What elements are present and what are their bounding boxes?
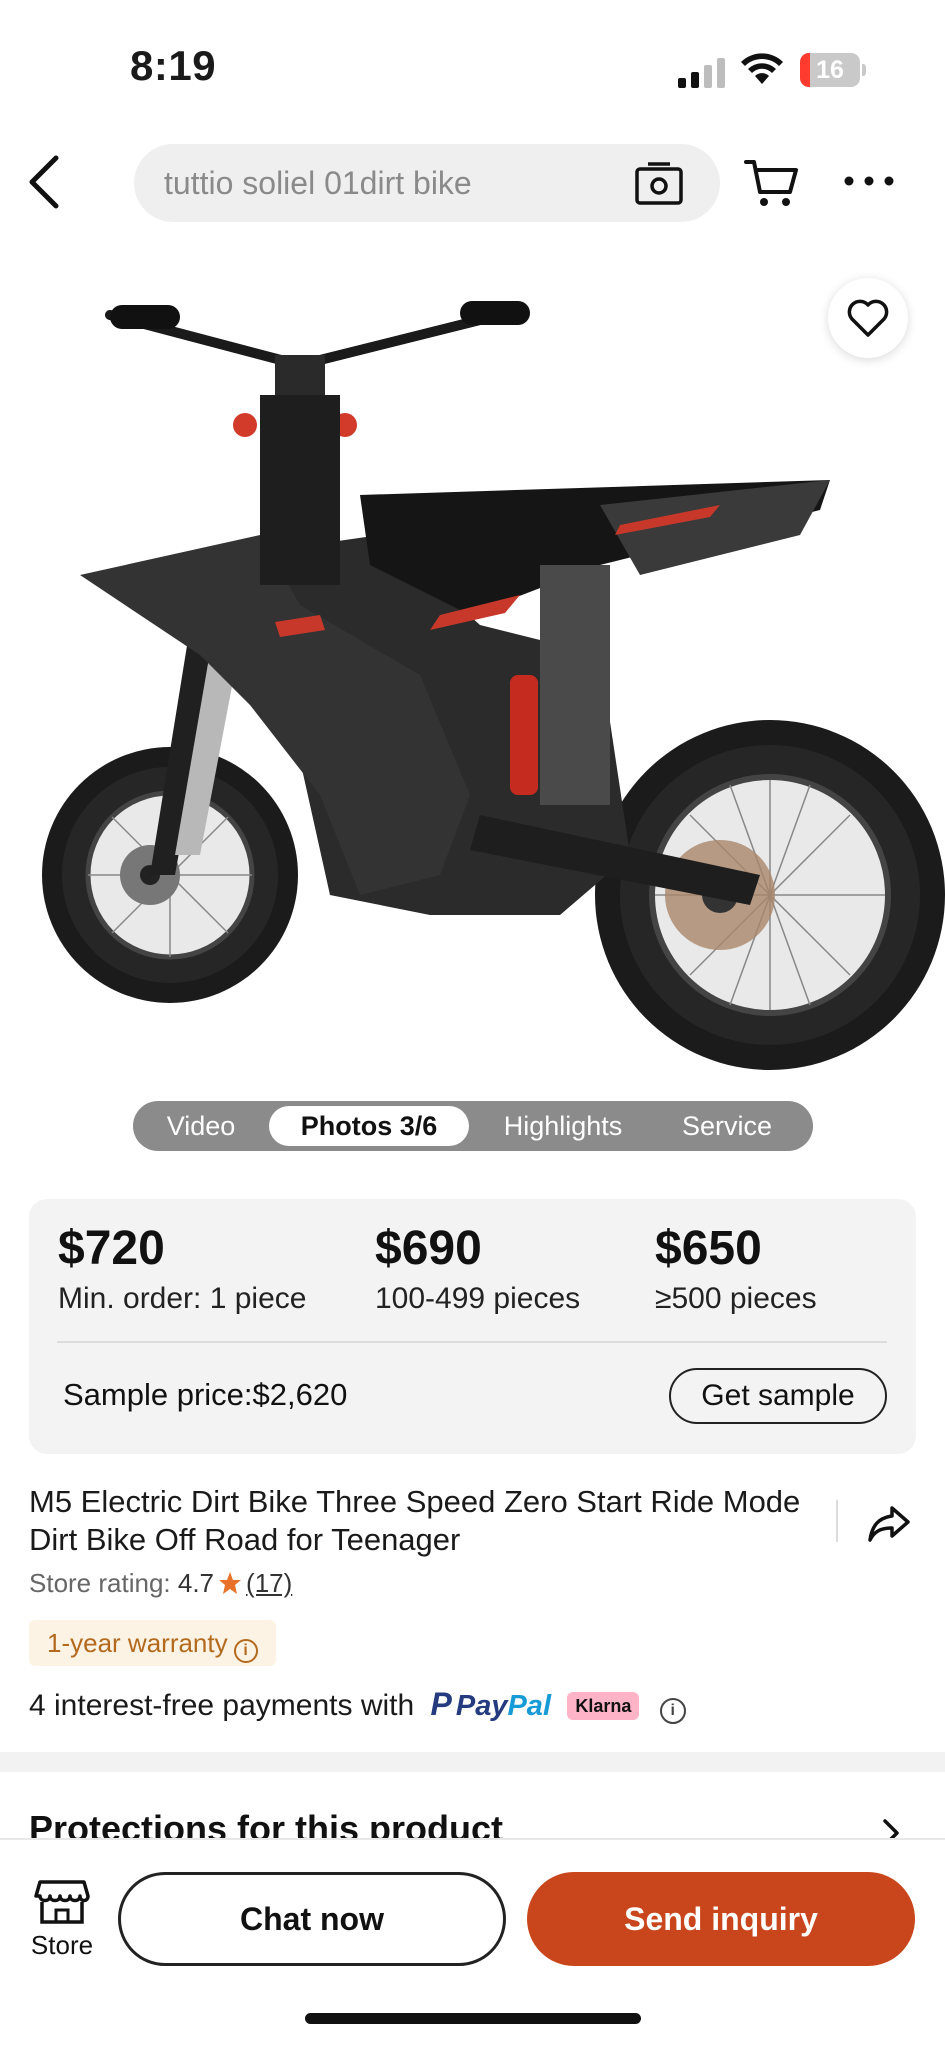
favorite-button[interactable] [828,278,908,358]
section-divider [0,1752,945,1772]
product-title: M5 Electric Dirt Bike Three Speed Zero S… [29,1484,801,1557]
wifi-icon [741,53,783,84]
info-icon: i [233,1639,258,1663]
paypal-logo-icon: P [430,1686,452,1722]
top-nav: tuttio soliel 01dirt bike [0,130,945,235]
search-query: tuttio soliel 01dirt bike [164,165,472,201]
tab-highlights[interactable]: Highlights [483,1101,643,1151]
battery-level: 16 [816,56,844,84]
payments-row[interactable]: 4 interest-free payments with P PayPal Kl… [29,1686,686,1724]
search-input[interactable]: tuttio soliel 01dirt bike [134,144,720,222]
rating-label: Store rating: [29,1568,171,1598]
store-icon [34,1880,90,1924]
paypal-wordmark: PayPal [455,1690,551,1722]
tier-price: $650 [655,1222,762,1275]
share-icon[interactable] [866,1500,912,1546]
warranty-label: 1-year warranty [47,1628,228,1658]
cart-icon[interactable] [744,156,800,208]
dirt-bike-photo [42,301,945,1070]
tier-price: $690 [375,1222,482,1275]
get-sample-button[interactable]: Get sample [669,1368,887,1424]
divider [836,1500,838,1542]
more-icon[interactable] [842,168,896,194]
klarna-badge: Klarna [567,1692,640,1720]
info-icon[interactable]: i [659,1698,686,1724]
store-tab[interactable]: Store [22,1878,102,1968]
divider [57,1341,887,1343]
status-bar: 8:19 16 [0,0,945,130]
camera-icon[interactable] [634,160,684,206]
back-arrow-icon[interactable] [22,152,68,212]
cellular-signal-icon [678,58,725,88]
product-image[interactable] [0,235,945,1135]
star-icon [219,1572,242,1594]
warranty-badge[interactable]: 1-year warranty i [29,1620,276,1666]
price-card: $720 Min. order: 1 piece $690 100-499 pi… [29,1199,916,1454]
battery-icon: 16 [800,53,866,87]
tab-video[interactable]: Video [141,1101,261,1151]
payments-text: 4 interest-free payments with [29,1689,415,1722]
store-rating: Store rating: 4.7 (17) [29,1568,292,1599]
rating-count-link[interactable]: (17) [246,1568,292,1598]
tab-photos[interactable]: Photos 3/6 [269,1106,469,1146]
tier-quantity: Min. order: 1 piece [58,1282,307,1315]
status-time: 8:19 [130,42,217,89]
chat-now-button[interactable]: Chat now [118,1872,506,1966]
sample-price: Sample price:$2,620 [63,1377,348,1412]
tier-quantity: ≥500 pieces [655,1282,817,1315]
rating-value: 4.7 [177,1568,215,1598]
tier-quantity: 100-499 pieces [375,1282,581,1315]
store-label: Store [30,1930,94,1960]
price-tier: $690 100-499 pieces [375,1221,580,1316]
tier-price: $720 [58,1222,165,1275]
price-tier: $650 ≥500 pieces [655,1221,817,1316]
send-inquiry-button[interactable]: Send inquiry [527,1872,915,1966]
home-indicator [305,2013,641,2024]
tab-service[interactable]: Service [661,1101,793,1151]
price-tier: $720 Min. order: 1 piece [58,1221,306,1316]
media-tabs: Video Photos 3/6 Highlights Service [133,1101,813,1151]
heart-icon [847,299,889,337]
